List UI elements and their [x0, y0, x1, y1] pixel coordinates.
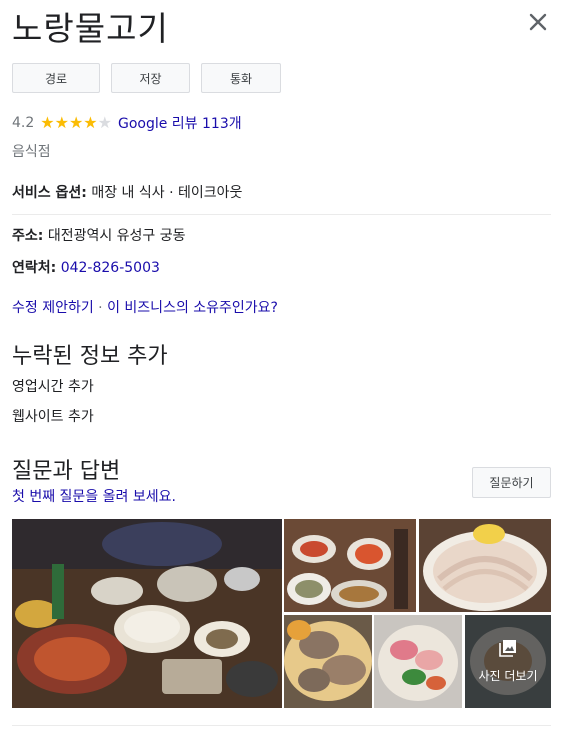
address-value: 대전광역시 유성구 궁동: [47, 228, 186, 244]
place-title: 노랑물고기: [12, 9, 169, 48]
close-icon[interactable]: [524, 8, 552, 36]
photo-library-icon: [499, 639, 517, 661]
star-icon: ★: [54, 113, 69, 132]
edit-separator: ·: [93, 300, 108, 316]
star-rating: ★ ★ ★ ★ ★: [40, 115, 112, 131]
phone-label: 연락처:: [12, 260, 57, 276]
qa-title: 질문과 답변: [12, 459, 121, 484]
star-icon: ★: [40, 113, 55, 132]
more-photos-label: 사진 더보기: [478, 669, 538, 683]
ask-question-button[interactable]: 질문하기: [472, 467, 551, 498]
service-value: 매장 내 식사 · 테이크아웃: [91, 185, 243, 201]
star-icon: ★: [68, 113, 84, 132]
service-options: 서비스 옵션: 매장 내 식사 · 테이크아웃: [12, 182, 242, 202]
photo-3[interactable]: [419, 519, 551, 612]
claim-business-link[interactable]: 이 비즈니스의 소유주인가요?: [107, 300, 278, 316]
address-label: 주소:: [12, 228, 44, 244]
call-button[interactable]: 통화: [201, 63, 281, 93]
missing-info-title: 누락된 정보 추가: [12, 344, 168, 369]
star-icon: ★: [83, 113, 98, 132]
reviews-link[interactable]: Google 리뷰 113개: [118, 113, 242, 133]
directions-button[interactable]: 경로: [12, 63, 100, 93]
photo-4[interactable]: [284, 615, 372, 708]
phone-row: 연락처: 042-826-5003: [12, 257, 160, 277]
phone-link[interactable]: 042-826-5003: [61, 260, 160, 276]
suggest-edit-link[interactable]: 수정 제안하기: [12, 300, 94, 316]
service-label: 서비스 옵션:: [12, 185, 87, 201]
qa-prompt[interactable]: 첫 번째 질문을 올려 보세요.: [12, 486, 176, 506]
category: 음식점: [12, 144, 51, 160]
address-row: 주소: 대전광역시 유성구 궁동: [12, 225, 186, 245]
rating-row: 4.2 ★ ★ ★ ★ ★ Google 리뷰 113개: [12, 112, 242, 134]
photo-main[interactable]: [12, 519, 282, 708]
bottom-divider: [12, 725, 551, 726]
edit-row: 수정 제안하기 · 이 비즈니스의 소유주인가요?: [12, 297, 278, 317]
add-website-link[interactable]: 웹사이트 추가: [12, 406, 94, 426]
add-hours-link[interactable]: 영업시간 추가: [12, 376, 94, 396]
photo-2[interactable]: [284, 519, 416, 612]
rating-value: 4.2: [12, 115, 35, 131]
star-icon: ★: [97, 113, 112, 132]
save-button[interactable]: 저장: [111, 63, 190, 93]
more-photos-button[interactable]: 사진 더보기: [465, 615, 551, 708]
photo-5[interactable]: [374, 615, 462, 708]
divider: [12, 214, 551, 215]
